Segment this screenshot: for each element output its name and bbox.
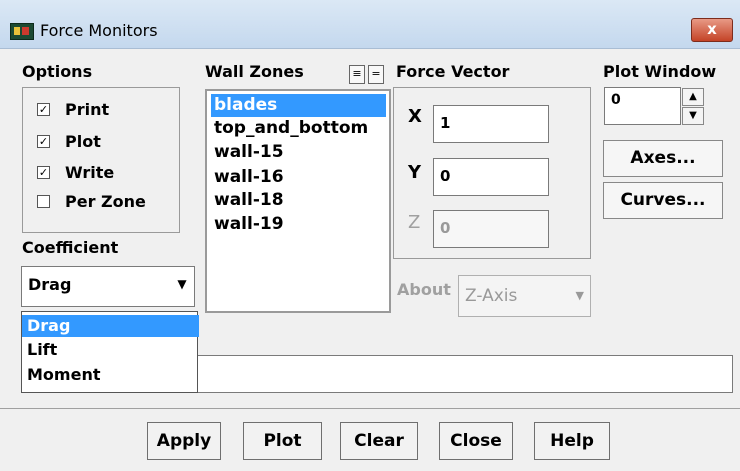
curves-button[interactable]: Curves... [603,182,723,219]
write-label: Write [65,163,115,182]
coefficient-label: Coefficient [22,238,119,257]
checkbox-box: ✓ [37,135,50,148]
wall-zones-label: Wall Zones [205,62,304,81]
option-drag[interactable]: Drag [22,315,199,337]
about-value: Z-Axis [465,286,518,306]
help-button[interactable]: Help [534,422,610,460]
checkbox-box: ✓ [37,166,50,179]
per-zone-label: Per Zone [65,192,146,211]
zone-item[interactable]: blades [211,94,386,117]
chevron-down-icon: ▼ [177,277,187,291]
option-moment[interactable]: Moment [22,364,199,386]
wall-zones-list[interactable]: blades top_and_bottom wall-15 wall-16 wa… [205,89,391,313]
zone-item[interactable]: top_and_bottom [211,117,386,140]
separator [0,408,740,409]
plot-window-label: Plot Window [603,62,717,81]
arrow-down-icon: ▼ [689,110,697,121]
chevron-down-icon: ▼ [575,289,584,302]
zone-item[interactable]: wall-15 [211,141,386,164]
force-vector-label: Force Vector [396,62,510,81]
plot-button[interactable]: Plot [243,422,322,460]
checkbox-box [37,195,50,208]
option-lift[interactable]: Lift [22,339,199,361]
x-axis-label: X [408,106,422,127]
plot-window-decrement-button[interactable]: ▼ [682,107,704,125]
deselect-all-icon: = [371,67,381,80]
clear-button[interactable]: Clear [340,422,418,460]
arrow-up-icon: ▲ [689,91,697,102]
force-x-input[interactable]: 1 [433,105,549,143]
close-dialog-button[interactable]: Close [439,422,513,460]
close-button[interactable]: x [691,18,733,42]
about-label: About [397,280,451,299]
axes-button[interactable]: Axes... [603,140,723,177]
coefficient-dropdown[interactable]: Drag ▼ [21,266,195,307]
select-all-icon: ≡ [352,67,362,80]
deselect-all-zones-button[interactable]: = [368,65,384,84]
zone-item[interactable]: wall-16 [211,166,386,189]
print-label: Print [65,100,110,119]
y-axis-label: Y [408,162,422,183]
zone-item[interactable]: wall-19 [211,213,386,236]
zone-item[interactable]: wall-18 [211,189,386,212]
title-bar[interactable]: Force Monitors x [0,0,740,49]
coefficient-value: Drag [28,275,72,294]
checkbox-box: ✓ [37,103,50,116]
plot-label: Plot [65,132,101,151]
app-icon [10,23,34,40]
window-title: Force Monitors [40,21,158,40]
file-name-input[interactable] [197,355,733,393]
plot-window-increment-button[interactable]: ▲ [682,88,704,106]
apply-button[interactable]: Apply [147,422,221,460]
force-vector-group: X 1 Y 0 Z 0 [393,87,591,259]
about-dropdown: Z-Axis ▼ [458,275,591,317]
force-monitors-dialog: Force Monitors x Options ✓ Print ✓ Plot … [0,0,740,471]
close-icon: x [707,20,717,38]
force-y-input[interactable]: 0 [433,158,549,196]
coefficient-options-list: Drag Lift Moment [21,311,199,393]
plot-window-input[interactable]: 0 [604,87,681,125]
options-group: ✓ Print ✓ Plot ✓ Write Per Zone [22,87,180,233]
force-z-input: 0 [433,210,549,248]
z-axis-label: Z [408,212,421,233]
select-all-zones-button[interactable]: ≡ [349,65,365,84]
options-label: Options [22,62,93,81]
